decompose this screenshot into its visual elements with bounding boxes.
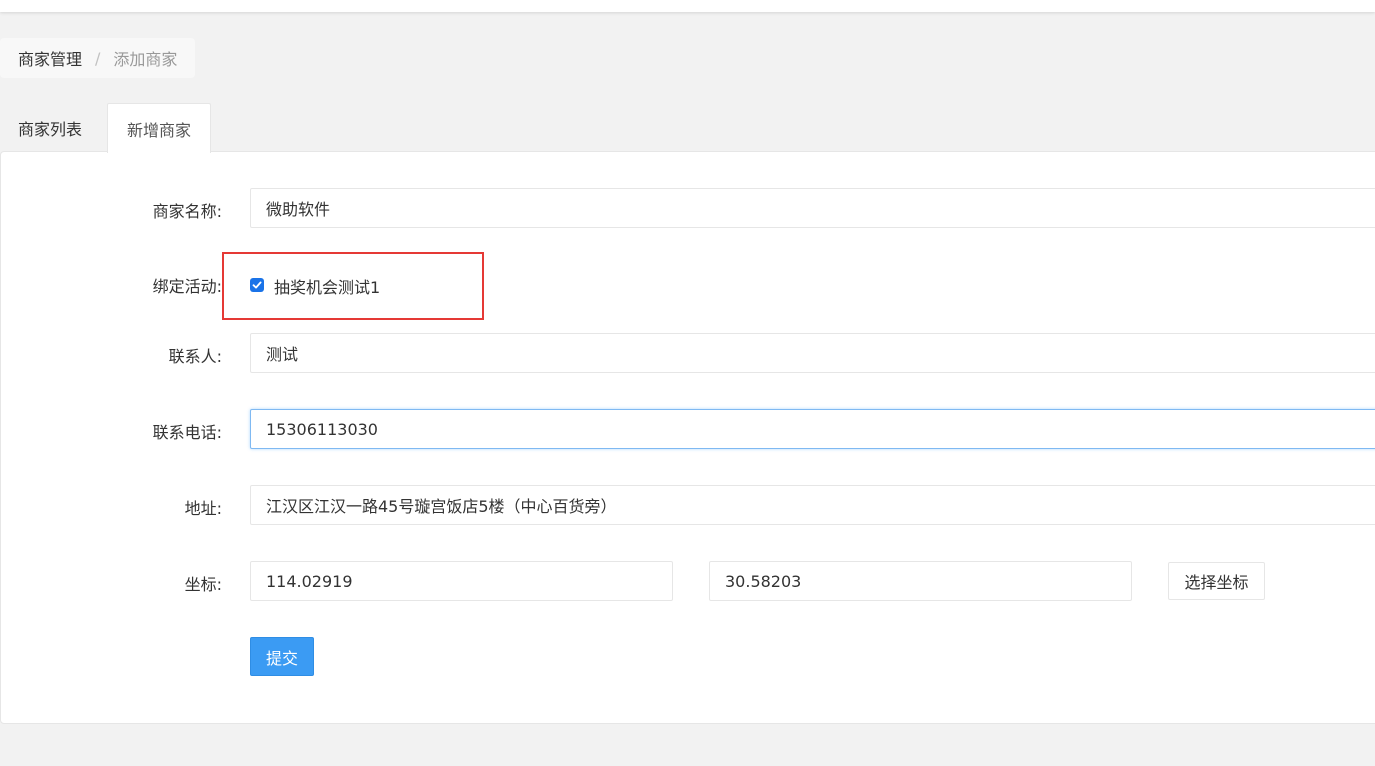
top-header-bar (0, 0, 1375, 12)
pick-coordinates-button[interactable]: 选择坐标 (1168, 562, 1265, 600)
activity-checkbox[interactable] (250, 278, 264, 292)
breadcrumb-separator: / (95, 48, 101, 68)
bind-activity-label: 绑定活动: (152, 277, 222, 296)
merchant-name-label: 商家名称: (152, 202, 222, 221)
submit-button[interactable]: 提交 (250, 637, 314, 676)
phone-input[interactable]: 15306113030 (250, 409, 1375, 449)
tab-merchant-list[interactable]: 商家列表 (0, 103, 107, 152)
merchant-name-input[interactable]: 微助软件 (250, 188, 1375, 228)
contact-input[interactable]: 测试 (250, 333, 1375, 373)
activity-option-label[interactable]: 抽奖机会测试1 (274, 274, 380, 298)
breadcrumb: 商家管理 / 添加商家 (0, 38, 196, 78)
tab-add-merchant[interactable]: 新增商家 (107, 103, 211, 153)
breadcrumb-current: 添加商家 (113, 50, 178, 69)
coordinates-label: 坐标: (184, 575, 222, 594)
tab-bar: 商家列表 新增商家 (0, 103, 211, 153)
longitude-input[interactable]: 114.02919 (250, 561, 673, 601)
contact-label: 联系人: (168, 347, 222, 366)
latitude-input[interactable]: 30.58203 (709, 561, 1132, 601)
address-label: 地址: (184, 499, 222, 518)
breadcrumb-parent[interactable]: 商家管理 (18, 46, 82, 70)
checkmark-icon (252, 281, 262, 289)
phone-label: 联系电话: (152, 423, 222, 442)
address-input[interactable]: 江汉区江汉一路45号璇宫饭店5楼（中心百货旁） (250, 485, 1375, 525)
